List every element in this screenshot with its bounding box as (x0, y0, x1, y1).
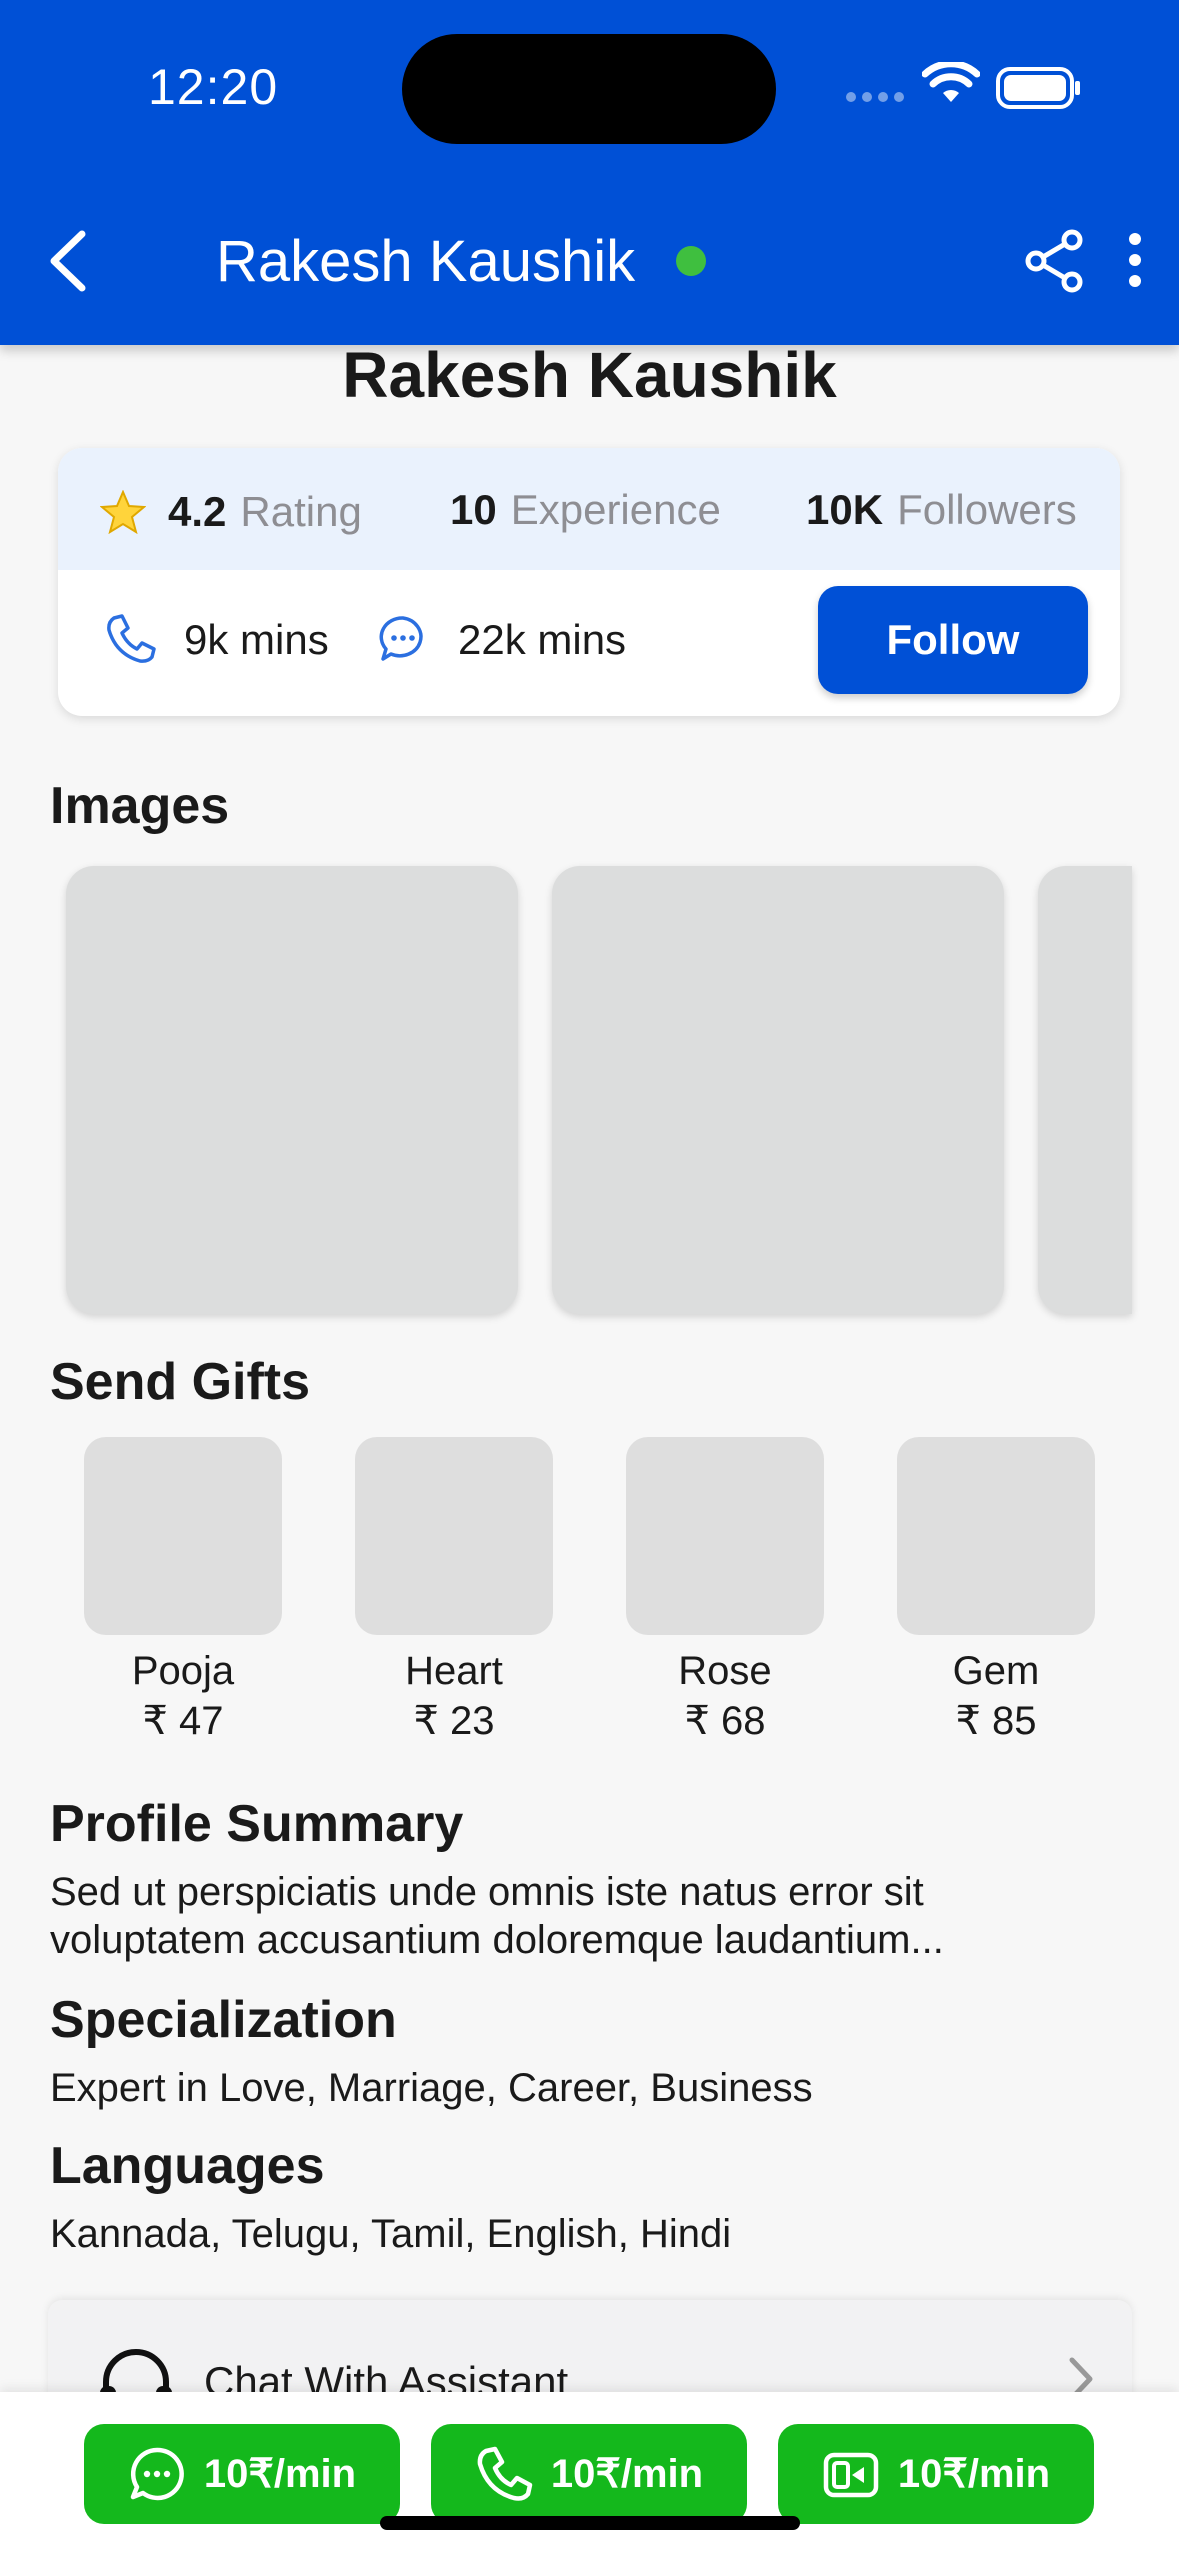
profile-summary-heading: Profile Summary (50, 1795, 464, 1853)
gift-image (897, 1437, 1095, 1635)
follow-button[interactable]: Follow (818, 586, 1088, 694)
gift-name: Pooja (131, 1649, 235, 1693)
specialization-heading: Specialization (50, 1991, 397, 2049)
profile-summary-text: Sed ut perspiciatis unde omnis iste natu… (50, 1868, 944, 1964)
call-minutes: 9k mins (184, 616, 329, 663)
gift-image (355, 1437, 553, 1635)
status-time: 12:20 (148, 59, 279, 115)
gift-item-gem[interactable]: Gem ₹ 85 (897, 1437, 1095, 1744)
languages-heading: Languages (50, 2137, 325, 2195)
stats-card: 4.2 Rating 10 Experience 10K Followers 9k m… (58, 448, 1120, 716)
chat-minutes: 22k mins (458, 616, 627, 663)
experience-stat: 10 Experience (450, 486, 721, 534)
followers-value: 10K (806, 486, 884, 533)
rating-label: Rating (240, 488, 362, 535)
phone-call-icon (477, 2446, 533, 2501)
back-icon[interactable] (42, 226, 94, 296)
video-call-icon (823, 2452, 879, 2498)
gift-image (84, 1437, 282, 1635)
cellular-signal-icon (846, 92, 904, 102)
languages-text: Kannada, Telugu, Tamil, English, Hindi (50, 2212, 732, 2256)
share-icon[interactable] (1024, 228, 1086, 294)
gift-name: Heart (405, 1649, 503, 1693)
rating-value: 4.2 (168, 488, 227, 535)
chat-bubble-icon (379, 616, 423, 661)
gift-price: ₹ 47 (142, 1699, 224, 1743)
online-status-dot (676, 246, 706, 276)
gift-item-pooja[interactable]: Pooja ₹ 47 (84, 1437, 282, 1744)
star-icon (100, 490, 146, 534)
gift-item-heart[interactable]: Heart ₹ 23 (355, 1437, 553, 1744)
call-price-label: 10₹/min (550, 2452, 704, 2496)
video-price-label: 10₹/min (897, 2452, 1051, 2496)
gift-name: Gem (952, 1649, 1040, 1693)
video-price-button[interactable]: 10₹/min (778, 2424, 1094, 2524)
call-price-button[interactable]: 10₹/min (431, 2424, 747, 2524)
nav-title: Rakesh Kaushik (216, 229, 636, 294)
profile-summary-line: voluptatem accusantium doloremque laudan… (50, 1918, 944, 1962)
gift-name: Rose (678, 1649, 772, 1693)
profile-name: Rakesh Kaushik (342, 339, 837, 411)
profile-summary-line: Sed ut perspiciatis unde omnis iste natu… (50, 1870, 924, 1914)
gift-price: ₹ 85 (955, 1699, 1037, 1743)
more-options-icon[interactable] (1128, 232, 1142, 288)
whatsapp-chat-icon (130, 2447, 184, 2501)
images-heading: Images (50, 777, 230, 835)
rating-stat: 4.2 Rating (168, 488, 362, 536)
home-indicator[interactable] (380, 2516, 800, 2530)
experience-label: Experience (510, 486, 721, 533)
gift-price: ₹ 23 (413, 1699, 495, 1743)
wifi-icon (922, 62, 980, 102)
chat-price-label: 10₹/min (203, 2452, 357, 2496)
followers-label: Followers (897, 486, 1077, 533)
phone-icon (107, 614, 156, 663)
bottom-action-bar: 10₹/min 10₹/min 10₹/min (0, 2392, 1179, 2556)
gift-price: ₹ 68 (684, 1699, 766, 1743)
app-header: 12:20 Rakesh Kaushik (0, 0, 1179, 345)
specialization-text: Expert in Love, Marriage, Career, Busine… (50, 2066, 813, 2110)
chat-price-button[interactable]: 10₹/min (84, 2424, 400, 2524)
gallery-image[interactable] (552, 866, 1004, 1314)
gallery-image[interactable] (1038, 866, 1132, 1314)
gifts-heading: Send Gifts (50, 1353, 311, 1411)
followers-stat: 10K Followers (806, 486, 1077, 534)
dynamic-island (402, 34, 776, 144)
gallery-image[interactable] (66, 866, 518, 1314)
gift-item-rose[interactable]: Rose ₹ 68 (626, 1437, 824, 1744)
gift-image (626, 1437, 824, 1635)
battery-icon (996, 67, 1080, 109)
experience-value: 10 (450, 486, 497, 533)
